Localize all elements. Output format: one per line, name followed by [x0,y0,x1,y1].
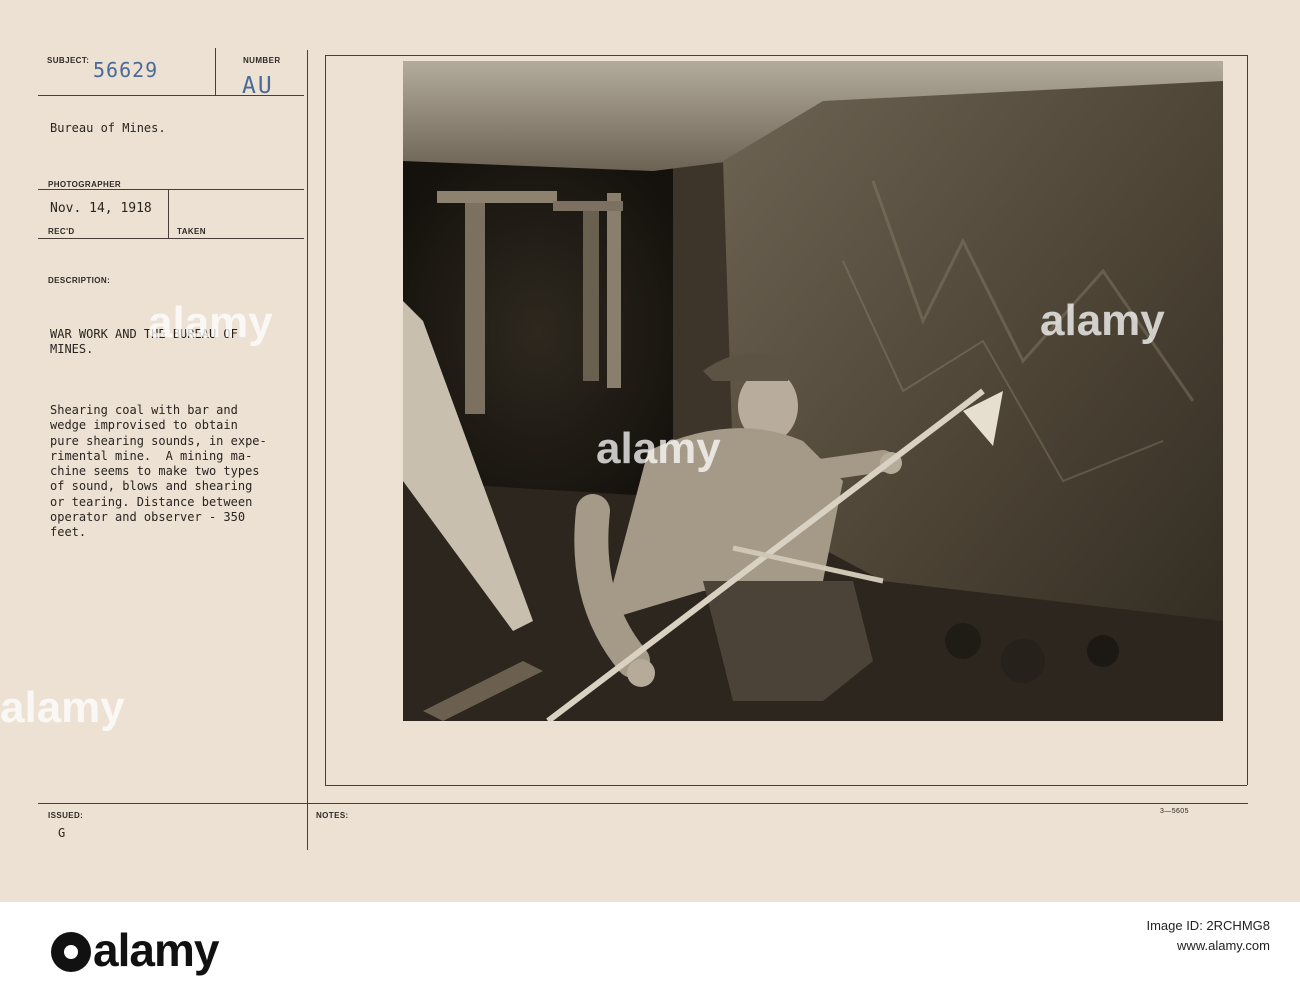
photographer-label: PHOTOGRAPHER [48,180,122,189]
description-label: DESCRIPTION: [48,276,111,285]
card-divider [168,190,169,238]
site-url: www.alamy.com [1177,938,1270,953]
body-line: or tearing. Distance between [50,494,253,509]
stock-footer: alamy Image ID: 2RCHMG8 www.alamy.com [0,902,1300,992]
date-text: Nov. 14, 1918 [50,201,152,216]
body-line: operator and observer - 350 [50,510,246,525]
alamy-logo-text: alamy [93,924,219,976]
notes-label: NOTES: [316,811,349,820]
card-divider [38,238,304,239]
watermark: alamy [1040,296,1165,345]
body-line: pure shearing sounds, in expe- [50,433,267,448]
body-line: chine seems to make two types [50,464,260,479]
recd-label: REC'D [48,227,75,236]
issued-value: G [58,826,66,840]
card-divider [215,48,216,95]
image-id: Image ID: 2RCHMG8 [1146,918,1270,933]
photo-frame [325,55,326,785]
photo-frame [325,785,1247,786]
photo-frame [1247,55,1248,785]
description-body: Shearing coal with bar and wedge improvi… [50,403,267,541]
photo-drawing [403,61,1223,721]
issued-label: ISSUED: [48,811,84,820]
image-meta: Image ID: 2RCHMG8 www.alamy.com [1146,916,1270,956]
body-line: rimental mine. A mining ma- [50,448,253,463]
photo-frame [325,55,1247,56]
body-line: Shearing coal with bar and [50,403,238,417]
number-stamp: AU [242,73,274,99]
number-label: NUMBER [243,56,281,65]
watermark: alamy [148,298,273,347]
card-divider [307,50,308,850]
watermark: alamy [0,683,125,732]
body-line: feet. [50,525,87,540]
bureau-text: Bureau of Mines. [50,121,166,135]
subject-label: SUBJECT: [47,56,90,65]
taken-label: TAKEN [177,227,206,236]
mine-photograph [403,61,1223,721]
body-line: wedge improvised to obtain [50,418,238,433]
form-code: 3—5605 [1160,808,1189,815]
record-card: SUBJECT: NUMBER PHOTOGRAPHER REC'D TAKEN… [0,0,1300,902]
subject-number: 56629 [93,58,159,82]
watermark: alamy [596,424,721,473]
alamy-logo: alamy [51,923,219,977]
alamy-logo-mark-icon [51,932,91,972]
card-divider [38,189,304,190]
body-line: of sound, blows and shearing [50,479,253,494]
card-divider [38,803,1248,804]
